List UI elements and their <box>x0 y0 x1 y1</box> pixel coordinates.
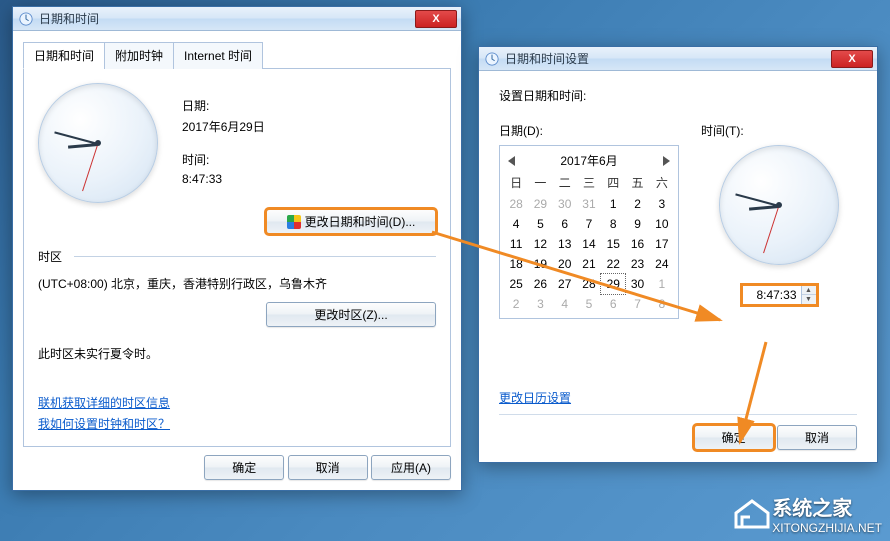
time-field-label: 时间(T): <box>701 122 857 139</box>
dialog2-titlebar: 日期和时间设置 X <box>479 47 877 71</box>
calendar-day[interactable]: 18 <box>504 254 528 274</box>
calendar-day[interactable]: 2 <box>625 194 649 214</box>
next-month-button[interactable] <box>663 156 670 166</box>
analog-clock <box>38 83 158 203</box>
dialog1-titlebar: 日期和时间 X <box>13 7 461 31</box>
date-value: 2017年6月29日 <box>182 118 265 135</box>
calendar-day[interactable]: 8 <box>601 214 625 234</box>
calendar-day[interactable]: 4 <box>553 294 577 314</box>
calendar-day[interactable]: 6 <box>553 214 577 234</box>
calendar-day[interactable]: 31 <box>577 194 601 214</box>
time-value: 8:47:33 <box>182 172 265 186</box>
calendar-day[interactable]: 7 <box>577 214 601 234</box>
time-label: 时间: <box>182 151 265 168</box>
calendar-day[interactable]: 10 <box>650 214 674 234</box>
apply-button[interactable]: 应用(A) <box>371 455 451 480</box>
calendar-day[interactable]: 1 <box>601 194 625 214</box>
calendar-day[interactable]: 20 <box>553 254 577 274</box>
time-spinner[interactable]: ▲ ▼ <box>742 285 817 305</box>
calendar-day[interactable]: 28 <box>504 194 528 214</box>
calendar[interactable]: 2017年6月 日一二三四五六 282930311234567891011121… <box>499 145 679 319</box>
calendar-day[interactable]: 16 <box>625 234 649 254</box>
cancel-button[interactable]: 取消 <box>288 455 368 480</box>
calendar-weekday: 五 <box>625 171 649 194</box>
spin-down-button[interactable]: ▼ <box>802 295 816 304</box>
calendar-weekday: 一 <box>528 171 552 194</box>
calendar-day[interactable]: 24 <box>650 254 674 274</box>
close-button[interactable]: X <box>831 50 873 68</box>
watermark-name: 系统之家 <box>772 492 882 521</box>
calendar-day[interactable]: 3 <box>528 294 552 314</box>
calendar-weekday: 四 <box>601 171 625 194</box>
calendar-day[interactable]: 7 <box>625 294 649 314</box>
tab-additional-clocks[interactable]: 附加时钟 <box>104 42 174 69</box>
calendar-day[interactable]: 27 <box>553 274 577 294</box>
calendar-day[interactable]: 30 <box>553 194 577 214</box>
calendar-day[interactable]: 14 <box>577 234 601 254</box>
calendar-weekday: 日 <box>504 171 528 194</box>
calendar-day[interactable]: 13 <box>553 234 577 254</box>
calendar-day[interactable]: 8 <box>650 294 674 314</box>
calendar-month: 2017年6月 <box>560 152 617 169</box>
calendar-day[interactable]: 6 <box>601 294 625 314</box>
calendar-day[interactable]: 5 <box>528 214 552 234</box>
calendar-weekday: 六 <box>650 171 674 194</box>
tab-datetime[interactable]: 日期和时间 <box>23 42 105 69</box>
calendar-day[interactable]: 5 <box>577 294 601 314</box>
calendar-day[interactable]: 17 <box>650 234 674 254</box>
change-datetime-button[interactable]: 更改日期和时间(D)... <box>266 209 436 234</box>
calendar-day[interactable]: 22 <box>601 254 625 274</box>
datetime-icon <box>19 12 33 26</box>
date-field-label: 日期(D): <box>499 122 679 139</box>
calendar-day[interactable]: 29 <box>601 274 625 294</box>
ok-button[interactable]: 确定 <box>204 455 284 480</box>
link-how-to-set[interactable]: 我如何设置时钟和时区？ <box>38 417 170 431</box>
watermark-url: XITONGZHIJIA.NET <box>772 521 882 535</box>
link-tz-info[interactable]: 联机获取详细的时区信息 <box>38 396 170 410</box>
change-calendar-settings-link[interactable]: 更改日历设置 <box>499 391 571 405</box>
calendar-day[interactable]: 19 <box>528 254 552 274</box>
dialog2-subtitle: 设置日期和时间: <box>499 87 857 104</box>
calendar-day[interactable]: 15 <box>601 234 625 254</box>
ok-button[interactable]: 确定 <box>694 425 774 450</box>
calendar-day[interactable]: 26 <box>528 274 552 294</box>
calendar-day[interactable]: 28 <box>577 274 601 294</box>
dialog1-title: 日期和时间 <box>39 10 99 27</box>
tab-internet-time[interactable]: Internet 时间 <box>173 42 263 69</box>
close-button[interactable]: X <box>415 10 457 28</box>
dialog2-title: 日期和时间设置 <box>505 50 589 67</box>
calendar-day[interactable]: 4 <box>504 214 528 234</box>
dst-note: 此时区未实行夏令时。 <box>38 345 436 362</box>
cancel-button[interactable]: 取消 <box>777 425 857 450</box>
calendar-weekday: 二 <box>553 171 577 194</box>
change-timezone-button[interactable]: 更改时区(Z)... <box>266 302 436 327</box>
analog-clock <box>719 145 839 265</box>
time-input[interactable] <box>743 286 801 304</box>
date-label: 日期: <box>182 97 265 114</box>
calendar-weekday: 三 <box>577 171 601 194</box>
datetime-icon <box>485 52 499 66</box>
spin-up-button[interactable]: ▲ <box>802 286 816 295</box>
calendar-day[interactable]: 29 <box>528 194 552 214</box>
calendar-day[interactable]: 21 <box>577 254 601 274</box>
calendar-day[interactable]: 12 <box>528 234 552 254</box>
calendar-day[interactable]: 2 <box>504 294 528 314</box>
calendar-day[interactable]: 1 <box>650 274 674 294</box>
calendar-day[interactable]: 3 <box>650 194 674 214</box>
calendar-day[interactable]: 30 <box>625 274 649 294</box>
calendar-day[interactable]: 23 <box>625 254 649 274</box>
timezone-header: 时区 <box>38 248 62 265</box>
calendar-day[interactable]: 9 <box>625 214 649 234</box>
calendar-day[interactable]: 25 <box>504 274 528 294</box>
prev-month-button[interactable] <box>508 156 515 166</box>
watermark: 系统之家 XITONGZHIJIA.NET <box>732 492 882 535</box>
timezone-value: (UTC+08:00) 北京，重庆，香港特别行政区，乌鲁木齐 <box>38 275 436 292</box>
calendar-day[interactable]: 11 <box>504 234 528 254</box>
